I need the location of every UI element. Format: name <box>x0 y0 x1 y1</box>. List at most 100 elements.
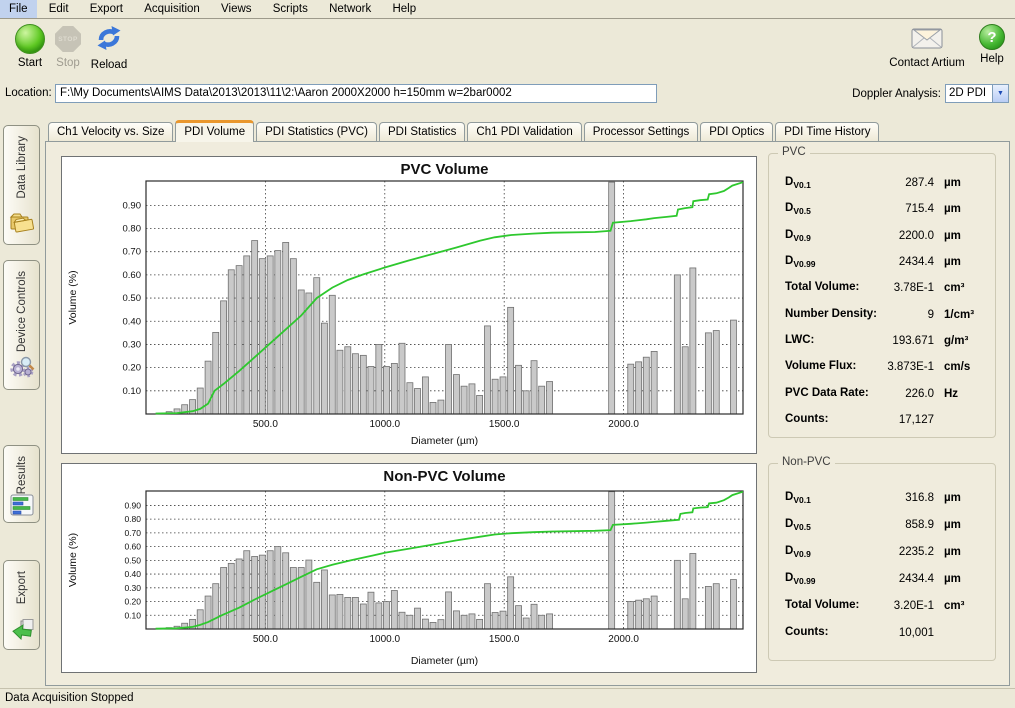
envelope-icon <box>909 24 945 54</box>
contact-artium-label: Contact Artium <box>889 57 964 69</box>
svg-text:0.50: 0.50 <box>123 293 142 304</box>
location-label: Location: <box>5 87 52 99</box>
main-area: Data Library Device Controls <box>0 108 1015 688</box>
menu-help[interactable]: Help <box>383 0 425 18</box>
svg-text:0.70: 0.70 <box>124 528 141 538</box>
location-row: Location: F:\My Documents\AIMS Data\2013… <box>0 80 1015 108</box>
menu-edit[interactable]: Edit <box>40 0 78 18</box>
chevron-down-icon[interactable]: ▼ <box>992 85 1008 102</box>
svg-text:0.30: 0.30 <box>124 583 141 593</box>
status-bar: Data Acquisition Stopped <box>0 688 1015 708</box>
tab-pdi-time-history[interactable]: PDI Time History <box>775 122 879 141</box>
bar-chart-icon <box>10 494 34 519</box>
svg-text:2000.0: 2000.0 <box>608 634 639 645</box>
svg-text:0.40: 0.40 <box>123 316 142 327</box>
svg-text:0.30: 0.30 <box>123 339 142 350</box>
svg-text:1000.0: 1000.0 <box>370 634 401 645</box>
menu-export[interactable]: Export <box>81 0 132 18</box>
stat-row-dv05: DV0.5 715.4 µm <box>769 196 995 222</box>
svg-text:Non-PVC Volume: Non-PVC Volume <box>383 468 505 485</box>
nonpvc-stats-groupbox: Non-PVC DV0.1 316.8 µm DV0.5 858.9 µm <box>768 463 996 661</box>
svg-text:1500.0: 1500.0 <box>489 419 520 430</box>
tab-pdi-volume[interactable]: PDI Volume <box>175 120 254 142</box>
sidebar-item-data-library[interactable]: Data Library <box>3 125 40 245</box>
svg-text:500.0: 500.0 <box>253 419 278 430</box>
stat-row-pvc-data-rate: PVC Data Rate: 226.0 Hz <box>769 380 995 406</box>
tab-pdi-statistics[interactable]: PDI Statistics <box>379 122 465 141</box>
contact-artium-button[interactable]: Contact Artium <box>881 24 973 69</box>
svg-text:Volume (%): Volume (%) <box>67 533 79 587</box>
svg-text:PVC Volume: PVC Volume <box>400 161 488 178</box>
app-window: { "menu": { "items": ["File", "Edit", "E… <box>0 0 1015 708</box>
stat-row-counts: Counts: 17,127 <box>769 407 995 433</box>
reload-icon <box>92 23 126 56</box>
tab-pdi-optics[interactable]: PDI Optics <box>700 122 773 141</box>
start-label: Start <box>18 57 42 69</box>
stat-row-dv09: DV0.9 2200.0 µm <box>769 223 995 249</box>
nonpvc-stat-rows: DV0.1 316.8 µm DV0.5 858.9 µm DV0.9 2235… <box>769 464 995 646</box>
sidebar-item-device-controls[interactable]: Device Controls <box>3 260 40 390</box>
menu-views[interactable]: Views <box>212 0 260 18</box>
tab-page-pdi-volume: PVC Volume Volume (%) 0.10 0.20 0.30 0.40 0.50… <box>45 141 1010 686</box>
menu-acquisition[interactable]: Acquisition <box>135 0 209 18</box>
svg-text:0.60: 0.60 <box>124 542 141 552</box>
sidebar-item-results[interactable]: Results <box>3 445 40 523</box>
sidebar-item-label: Results <box>16 456 28 494</box>
svg-text:0.70: 0.70 <box>123 247 142 258</box>
svg-text:1500.0: 1500.0 <box>489 634 520 645</box>
svg-text:0.60: 0.60 <box>123 270 142 281</box>
doppler-analysis-select[interactable]: 2D PDI ▼ <box>945 84 1009 103</box>
start-icon <box>15 24 45 54</box>
menu-network[interactable]: Network <box>320 0 380 18</box>
stat-row-number-density: Number Density: 9 1/cm³ <box>769 301 995 327</box>
stat-row-dv099: DV0.99 2434.4 µm <box>769 249 995 275</box>
stat-row-dv01: DV0.1 316.8 µm <box>769 484 995 511</box>
gear-search-icon <box>9 354 35 383</box>
menu-scripts[interactable]: Scripts <box>264 0 317 18</box>
stats-panel: PVC DV0.1 287.4 µm DV0.5 715.4 µm <box>766 142 1004 685</box>
tab-ch1-pdi-validation[interactable]: Ch1 PDI Validation <box>467 122 581 141</box>
stat-row-total-volume: Total Volume: 3.78E-1 cm³ <box>769 275 995 301</box>
sidebar-item-export[interactable]: Export <box>3 560 40 650</box>
stat-row-dv099: DV0.99 2434.4 µm <box>769 565 995 592</box>
svg-text:0.90: 0.90 <box>123 200 142 211</box>
svg-text:0.20: 0.20 <box>123 363 142 374</box>
svg-text:Diameter (µm): Diameter (µm) <box>411 655 478 667</box>
menu-bar: File Edit Export Acquisition Views Scrip… <box>0 0 1015 19</box>
svg-text:0.20: 0.20 <box>124 597 141 607</box>
tab-control: Ch1 Velocity vs. Size PDI Volume PDI Sta… <box>45 116 1010 686</box>
stop-button[interactable]: STOP Stop <box>50 26 86 69</box>
sidebar-item-label: Export <box>16 571 28 604</box>
stat-row-counts: Counts: 10,001 <box>769 619 995 646</box>
doppler-analysis-control: Doppler Analysis: 2D PDI ▼ <box>852 84 1009 103</box>
sidebar-item-label: Data Library <box>16 136 28 199</box>
export-arrow-icon <box>10 618 34 643</box>
reload-button[interactable]: Reload <box>86 23 132 71</box>
tab-ch1-velocity-vs-size[interactable]: Ch1 Velocity vs. Size <box>48 122 173 141</box>
svg-text:0.40: 0.40 <box>124 569 141 579</box>
svg-text:0.10: 0.10 <box>123 386 142 397</box>
svg-text:500.0: 500.0 <box>253 634 278 645</box>
tab-processor-settings[interactable]: Processor Settings <box>584 122 699 141</box>
doppler-analysis-label: Doppler Analysis: <box>852 88 941 100</box>
svg-text:0.10: 0.10 <box>124 610 141 620</box>
start-button[interactable]: Start <box>8 24 52 69</box>
svg-text:Volume (%): Volume (%) <box>67 270 79 324</box>
nonpvc-volume-chart-svg: Non-PVC Volume Volume (%) 0.10 0.20 0.30 0.40… <box>62 464 756 672</box>
pvc-volume-chart: PVC Volume Volume (%) 0.10 0.20 0.30 0.40 0.50… <box>61 156 757 454</box>
svg-text:0.90: 0.90 <box>124 500 141 510</box>
doppler-analysis-value: 2D PDI <box>946 85 992 102</box>
status-text: Data Acquisition Stopped <box>5 692 134 704</box>
help-button[interactable]: ? Help <box>973 24 1011 65</box>
svg-text:0.80: 0.80 <box>123 224 142 235</box>
help-label: Help <box>980 53 1004 65</box>
menu-file[interactable]: File <box>0 0 37 18</box>
stat-row-volume-flux: Volume Flux: 3.873E-1 cm/s <box>769 354 995 380</box>
side-tab-strip: Data Library Device Controls <box>0 108 44 688</box>
tab-pdi-statistics-pvc[interactable]: PDI Statistics (PVC) <box>256 122 377 141</box>
help-icon: ? <box>979 24 1005 50</box>
folder-icon <box>9 211 35 238</box>
sidebar-item-label: Device Controls <box>16 271 28 352</box>
svg-text:0.50: 0.50 <box>124 555 141 565</box>
location-input[interactable]: F:\My Documents\AIMS Data\2013\2013\11\2… <box>55 84 657 103</box>
